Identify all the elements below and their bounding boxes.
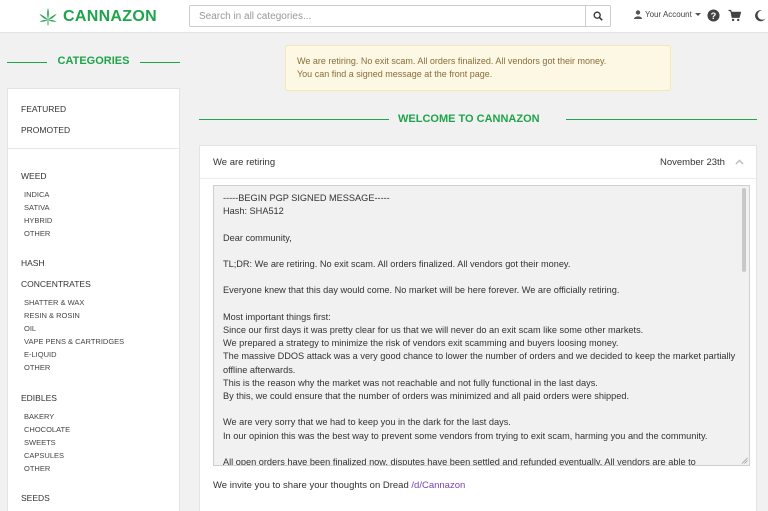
divider-line — [566, 119, 757, 120]
top-header: CANNAZON Your Account ? — [0, 0, 768, 33]
message-line: All open orders have been finalized now,… — [223, 457, 696, 466]
sidebar-sub-edibles-other[interactable]: OTHER — [24, 464, 50, 473]
message-line: This is the reason why the market was no… — [223, 377, 598, 388]
welcome-title: WELCOME TO CANNAZON — [398, 113, 540, 125]
message-line: We are very sorry that we had to keep yo… — [223, 417, 511, 428]
site-logo[interactable]: CANNAZON — [37, 6, 157, 28]
sidebar-item-hash[interactable]: HASH — [21, 258, 45, 268]
card-date: November 23th — [660, 157, 725, 168]
message-line — [223, 443, 738, 456]
category-sidebar: FEATURED PROMOTED WEED INDICA SATIVA HYB… — [7, 88, 180, 511]
sidebar-sub-oil[interactable]: OIL — [24, 324, 36, 333]
message-line: By this, we could ensure that the number… — [223, 391, 629, 402]
sidebar-sub-indica[interactable]: INDICA — [24, 190, 49, 199]
cart-icon[interactable] — [728, 9, 741, 22]
message-line: TL;DR: We are retiring. No exit scam. Al… — [223, 259, 571, 270]
chevron-up-icon[interactable] — [735, 159, 744, 165]
message-line: Most important things first: — [223, 311, 331, 322]
sidebar-sub-sativa[interactable]: SATIVA — [24, 203, 50, 212]
dread-link[interactable]: /d/Cannazon — [411, 480, 465, 491]
card-header[interactable]: We are retiring November 23th — [200, 146, 756, 179]
sidebar-sub-weed-other[interactable]: OTHER — [24, 229, 50, 238]
message-line: Hash: SHA512 — [223, 206, 284, 217]
sidebar-sub-bakery[interactable]: BAKERY — [24, 412, 54, 421]
chevron-down-icon — [694, 13, 701, 16]
account-menu[interactable]: Your Account — [634, 10, 701, 19]
message-line: -----BEGIN PGP SIGNED MESSAGE----- — [223, 193, 390, 203]
divider — [8, 148, 179, 149]
resize-handle-icon[interactable] — [741, 457, 748, 464]
cannabis-leaf-icon — [39, 7, 57, 26]
message-line: Everyone knew that this day would come. … — [223, 285, 620, 296]
account-label: Your Account — [645, 10, 692, 19]
message-line: offline afterwards. — [223, 364, 296, 375]
sidebar-sub-capsules[interactable]: CAPSULES — [24, 451, 64, 460]
notice-line-1: We are retiring. No exit scam. All order… — [297, 56, 607, 66]
sidebar-item-featured[interactable]: FEATURED — [21, 104, 66, 114]
sidebar-sub-shatter-wax[interactable]: SHATTER & WAX — [24, 298, 84, 307]
search-input[interactable] — [189, 5, 586, 27]
dread-invite-text: We invite you to share your thoughts on … — [213, 480, 412, 491]
sidebar-item-edibles[interactable]: EDIBLES — [21, 393, 57, 403]
retirement-notice: We are retiring. No exit scam. All order… — [285, 45, 671, 91]
logo-text: CANNAZON — [63, 8, 157, 25]
pgp-message-text: -----BEGIN PGP SIGNED MESSAGE----- Hash: … — [223, 192, 738, 466]
sidebar-sub-chocolate[interactable]: CHOCOLATE — [24, 425, 70, 434]
moon-icon[interactable] — [754, 9, 767, 22]
message-line: The massive DDOS attack was a very good … — [223, 351, 736, 362]
sidebar-sub-sweets[interactable]: SWEETS — [24, 438, 56, 447]
pgp-message-textarea[interactable]: -----BEGIN PGP SIGNED MESSAGE----- Hash: … — [213, 185, 750, 466]
sidebar-item-weed[interactable]: WEED — [21, 171, 47, 181]
announcement-card: We are retiring November 23th -----BEGIN… — [199, 145, 757, 511]
scrollbar[interactable] — [741, 188, 747, 464]
divider-line — [140, 62, 180, 63]
svg-text:?: ? — [711, 11, 717, 21]
help-icon[interactable]: ? — [707, 9, 720, 22]
sidebar-sub-hybrid[interactable]: HYBRID — [24, 216, 52, 225]
scrollbar-thumb[interactable] — [742, 188, 746, 272]
message-line — [223, 218, 738, 231]
categories-heading: CATEGORIES — [7, 55, 180, 69]
sidebar-sub-resin-rosin[interactable]: RESIN & ROSIN — [24, 311, 80, 320]
message-line: Since our first days it was pretty clear… — [223, 325, 644, 336]
message-line: We prepared a strategy to minimize the r… — [223, 338, 619, 349]
sidebar-sub-concentrates-other[interactable]: OTHER — [24, 363, 50, 372]
search-button[interactable] — [585, 5, 611, 27]
card-title: We are retiring — [213, 157, 276, 168]
sidebar-item-concentrates[interactable]: CONCENTRATES — [21, 279, 91, 289]
message-line — [223, 245, 738, 258]
message-line — [223, 403, 738, 416]
message-line: Dear community, — [223, 232, 292, 243]
sidebar-sub-vape-pens[interactable]: VAPE PENS & CARTRIDGES — [24, 337, 124, 346]
dread-invite: We invite you to share your thoughts on … — [213, 480, 465, 491]
message-line: In our opinion this was the best way to … — [223, 430, 708, 441]
divider-line — [199, 119, 389, 120]
notice-line-2: You can find a signed message at the fro… — [297, 69, 493, 79]
user-icon — [634, 10, 642, 19]
message-line — [223, 298, 738, 311]
sidebar-sub-e-liquid[interactable]: E-LIQUID — [24, 350, 57, 359]
search-icon — [593, 11, 603, 21]
message-line — [223, 271, 738, 284]
sidebar-item-seeds[interactable]: SEEDS — [21, 493, 50, 503]
categories-title: CATEGORIES — [57, 55, 130, 67]
sidebar-item-promoted[interactable]: PROMOTED — [21, 125, 70, 135]
